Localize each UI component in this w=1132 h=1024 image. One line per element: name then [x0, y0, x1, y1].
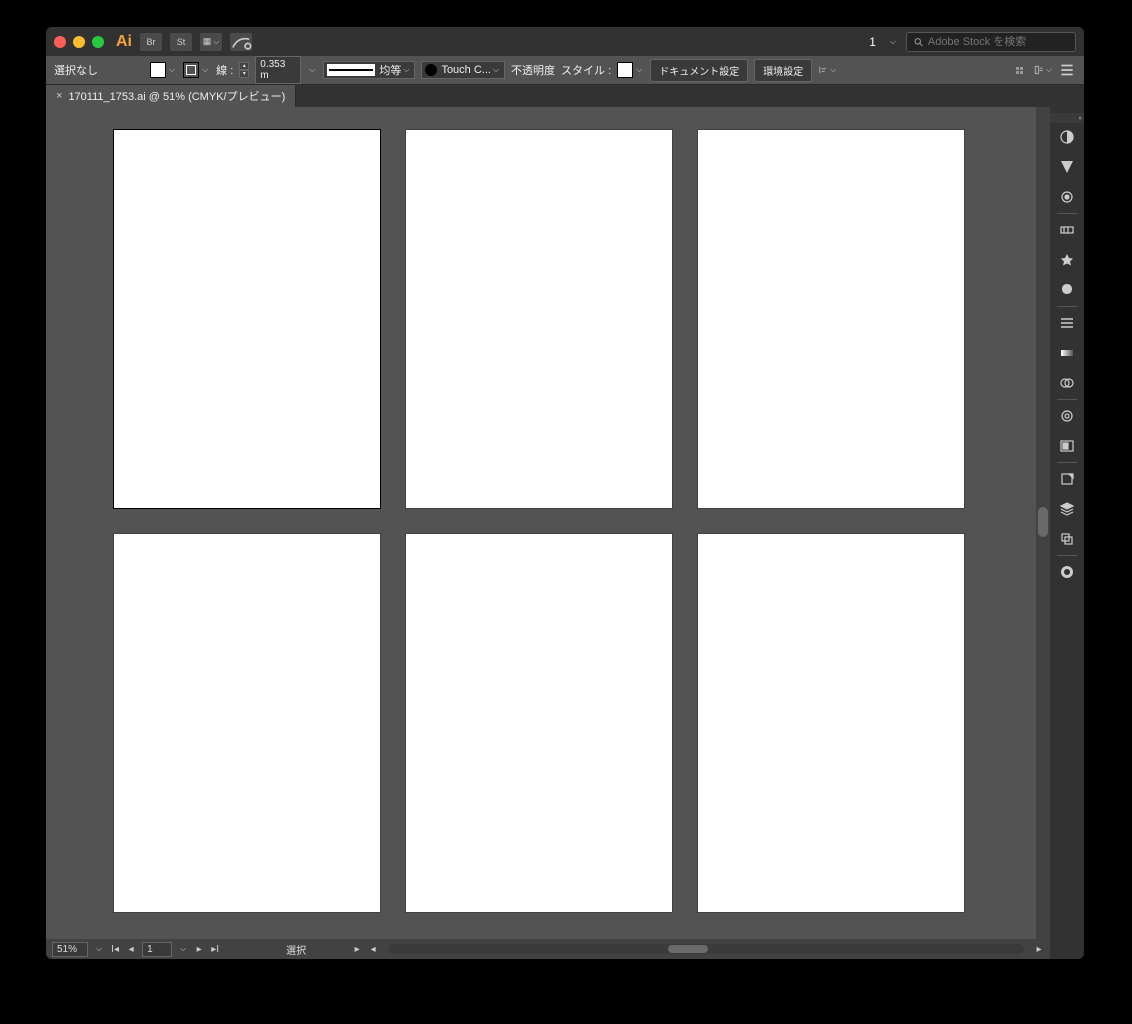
stroke-profile-dropdown[interactable]: 均等 ⌵ — [323, 61, 415, 79]
prev-artboard-button[interactable]: ◂ — [126, 944, 136, 955]
color-guide-panel-icon[interactable] — [1057, 157, 1077, 177]
status-flyout-icon[interactable]: ▸ — [352, 944, 362, 955]
stroke-swatch[interactable]: ⌵ — [183, 62, 210, 78]
cc-libraries-icon[interactable] — [1057, 562, 1077, 582]
bridge-icon[interactable]: Br — [140, 33, 162, 51]
artboard-1[interactable] — [114, 130, 380, 508]
opacity-label: 不透明度 — [511, 62, 555, 78]
stroke-label: 線 : — [216, 62, 233, 78]
artboard-3[interactable] — [698, 130, 964, 508]
maximize-window-button[interactable] — [92, 36, 104, 48]
swatches-panel-icon[interactable] — [1057, 187, 1077, 207]
graphic-styles-panel-icon[interactable] — [1057, 280, 1077, 300]
gradient-panel-icon[interactable] — [1057, 343, 1077, 363]
selection-label: 選択なし — [54, 62, 98, 78]
stroke-panel-icon[interactable] — [1057, 313, 1077, 333]
canvas-wrap: 51% ⌵ I◂ ◂ 1 ⌵ ▸ ▸I 選択 ▸ ◂ ▸ — [46, 107, 1050, 959]
brushes-panel-icon[interactable] — [1057, 220, 1077, 240]
next-artboard-button[interactable]: ▸ — [194, 944, 204, 955]
tab-filename: 170111_1753.ai @ 51% (CMYK/プレビュー) — [68, 88, 285, 104]
workspace-number: 1 — [869, 35, 876, 49]
vertical-scrollbar[interactable] — [1036, 107, 1050, 939]
app-window: Ai Br St ▦ 1 ⌵ 選択なし ⌵ ⌵ 線 : ▴▾ 0.353 m ⌵… — [46, 27, 1084, 959]
document-tabs: × 170111_1753.ai @ 51% (CMYK/プレビュー) — [46, 85, 1084, 107]
options-bar: 選択なし ⌵ ⌵ 線 : ▴▾ 0.353 m ⌵ 均等 ⌵ Touch C..… — [46, 56, 1084, 85]
horizontal-scrollbar[interactable] — [388, 944, 1024, 954]
search-icon — [913, 36, 924, 48]
stroke-weight-field[interactable]: 0.353 m — [255, 56, 301, 84]
transform-icon[interactable] — [1010, 61, 1028, 79]
canvas[interactable] — [46, 107, 1036, 939]
artboard-2[interactable] — [406, 130, 672, 508]
arrange-documents-icon[interactable]: ▦ — [200, 33, 222, 51]
document-setup-button[interactable]: ドキュメント設定 — [650, 59, 748, 82]
artboard-6[interactable] — [698, 534, 964, 912]
current-tool-label: 選択 — [286, 942, 306, 957]
appearance-panel-icon[interactable] — [1057, 406, 1077, 426]
preferences-button[interactable]: 環境設定 — [754, 59, 812, 82]
workspace-dropdown-icon[interactable]: ⌵ — [888, 37, 898, 47]
symbols-panel-icon[interactable] — [1057, 250, 1077, 270]
main-area: 51% ⌵ I◂ ◂ 1 ⌵ ▸ ▸I 選択 ▸ ◂ ▸ — [46, 107, 1084, 959]
status-bar: 51% ⌵ I◂ ◂ 1 ⌵ ▸ ▸I 選択 ▸ ◂ ▸ — [46, 939, 1050, 959]
horizontal-scroll-thumb[interactable] — [668, 945, 708, 953]
close-tab-icon[interactable]: × — [56, 90, 62, 102]
last-artboard-button[interactable]: ▸I — [210, 944, 220, 955]
artboards-grid — [114, 130, 964, 912]
vertical-scroll-thumb[interactable] — [1038, 507, 1048, 537]
brush-dropdown[interactable]: Touch C... ⌵ — [421, 61, 505, 79]
app-logo: Ai — [116, 33, 132, 51]
align-panel-icon[interactable] — [1057, 436, 1077, 456]
color-panel-icon[interactable] — [1057, 127, 1077, 147]
artboards-panel-icon[interactable] — [1057, 529, 1077, 549]
hscroll-left-icon[interactable]: ◂ — [368, 944, 378, 955]
zoom-dropdown-icon[interactable]: ⌵ — [94, 944, 104, 954]
titlebar: Ai Br St ▦ 1 ⌵ — [46, 27, 1084, 56]
stock-icon[interactable]: St — [170, 33, 192, 51]
layers-panel-icon[interactable] — [1057, 499, 1077, 519]
style-swatch[interactable]: ⌵ — [617, 62, 644, 78]
transparency-panel-icon[interactable] — [1057, 373, 1077, 393]
arrange-icon[interactable] — [1034, 61, 1052, 79]
hscroll-right-icon[interactable]: ▸ — [1034, 944, 1044, 955]
right-panel-dock — [1050, 107, 1084, 959]
fill-swatch[interactable]: ⌵ — [150, 62, 177, 78]
gpu-icon[interactable] — [230, 33, 252, 51]
artboard-5[interactable] — [406, 534, 672, 912]
close-window-button[interactable] — [54, 36, 66, 48]
zoom-field[interactable]: 51% — [52, 942, 88, 957]
style-label: スタイル : — [561, 62, 611, 78]
minimize-window-button[interactable] — [73, 36, 85, 48]
stock-search[interactable] — [906, 32, 1076, 52]
panel-collapse-handle[interactable] — [1050, 113, 1084, 123]
window-controls — [54, 36, 104, 48]
libraries-panel-icon[interactable] — [1057, 469, 1077, 489]
stroke-stepper[interactable]: ▴▾ — [239, 62, 249, 78]
align-icon[interactable] — [818, 61, 836, 79]
stock-search-input[interactable] — [928, 36, 1069, 48]
artboard-4[interactable] — [114, 534, 380, 912]
stroke-weight-dropdown[interactable]: ⌵ — [307, 65, 317, 75]
menu-icon[interactable] — [1058, 61, 1076, 79]
artboard-dropdown-icon[interactable]: ⌵ — [178, 944, 188, 954]
document-tab[interactable]: × 170111_1753.ai @ 51% (CMYK/プレビュー) — [46, 85, 296, 107]
first-artboard-button[interactable]: I◂ — [110, 944, 120, 955]
artboard-number-field[interactable]: 1 — [142, 942, 172, 957]
